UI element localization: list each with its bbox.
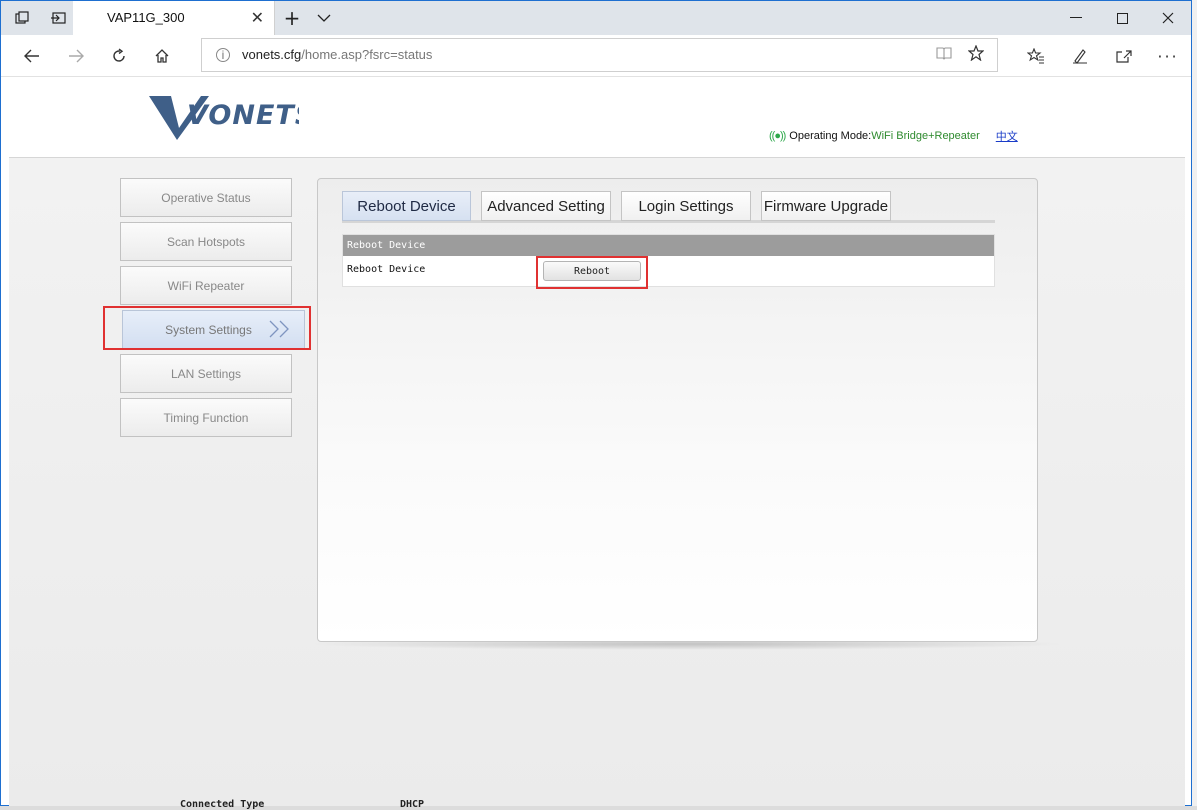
navigation-bar: i vonets.cfg/home.asp?fsrc=status ··· [1, 35, 1191, 77]
tab-label: Login Settings [638, 197, 734, 215]
highlight-box-system-settings [103, 306, 311, 350]
page-header: VONETS ((●)) Operating Mode: WiFi Bridge… [9, 78, 1185, 158]
tab-firmware-upgrade[interactable]: Firmware Upgrade [761, 191, 891, 221]
background-connected-type-value: DHCP [400, 799, 425, 810]
operating-mode: ((●)) Operating Mode: WiFi Bridge+Repeat… [769, 128, 1018, 144]
highlight-box-reboot-button [536, 256, 648, 289]
forward-icon[interactable] [59, 39, 93, 73]
sidebar-item-label: Scan Hotspots [166, 234, 246, 249]
set-tabs-aside-icon[interactable] [41, 1, 75, 35]
refresh-icon[interactable] [102, 39, 136, 73]
background-connected-type-label: Connected Type [180, 799, 265, 810]
tab-title: VAP11G_300 [107, 10, 185, 25]
browser-window: VAP11G_300 ✕ + i vonets.cfg/home.asp?fsr… [0, 0, 1192, 807]
sidebar-item-wifi-repeater[interactable]: WiFi Repeater [120, 266, 292, 305]
minimize-icon[interactable] [1053, 1, 1099, 35]
web-page: VONETS ((●)) Operating Mode: WiFi Bridge… [9, 78, 1185, 807]
tab-close-icon[interactable]: ✕ [251, 8, 264, 27]
tab-actions-icon[interactable] [5, 1, 39, 35]
new-tab-icon[interactable]: + [275, 1, 309, 35]
url-host: vonets.cfg [242, 47, 302, 62]
maximize-icon[interactable] [1099, 1, 1145, 35]
tab-label: Advanced Setting [487, 197, 605, 215]
wifi-signal-icon: ((●)) [769, 130, 786, 142]
sidebar-item-operative-status[interactable]: Operative Status [120, 178, 292, 217]
back-icon[interactable] [15, 39, 49, 73]
tab-label: Reboot Device [357, 197, 456, 215]
more-options-icon[interactable]: ··· [1151, 39, 1185, 73]
reading-view-icon[interactable] [936, 45, 952, 64]
address-bar[interactable]: i vonets.cfg/home.asp?fsrc=status [201, 38, 998, 72]
tab-label: Firmware Upgrade [763, 197, 889, 215]
operating-mode-value: WiFi Bridge+Repeater [871, 130, 980, 142]
sidebar-item-label: LAN Settings [170, 366, 242, 381]
row-label: Reboot Device [347, 264, 426, 275]
tab-login-settings[interactable]: Login Settings [621, 191, 751, 221]
url-path: /home.asp?fsrc=status [301, 47, 433, 62]
table-row: Reboot Device Reboot [343, 256, 994, 286]
favorites-hub-icon[interactable] [1019, 39, 1053, 73]
sidebar-item-label: Timing Function [163, 410, 249, 425]
close-window-icon[interactable] [1145, 1, 1191, 35]
table-header: Reboot Device [343, 235, 994, 256]
site-info-icon[interactable]: i [216, 48, 230, 62]
share-icon[interactable] [1107, 39, 1141, 73]
language-link[interactable]: 中文 [996, 128, 1018, 144]
sidebar-item-label: Operative Status [161, 190, 251, 205]
background-window-edge [1192, 0, 1197, 810]
tab-advanced-setting[interactable]: Advanced Setting [481, 191, 611, 221]
sidebar-item-scan-hotspots[interactable]: Scan Hotspots [120, 222, 292, 261]
sidebar-item-timing-function[interactable]: Timing Function [120, 398, 292, 437]
logo-text: VONETS [187, 100, 299, 131]
browser-tab[interactable]: VAP11G_300 ✕ [73, 1, 275, 35]
sidebar-item-label: WiFi Repeater [167, 278, 245, 293]
reboot-device-table: Reboot Device Reboot Device Reboot [342, 234, 995, 287]
url-text: vonets.cfg/home.asp?fsrc=status [242, 47, 432, 62]
tab-reboot-device[interactable]: Reboot Device [342, 191, 471, 221]
content-panel: Reboot Device Advanced Setting Login Set… [317, 178, 1038, 642]
settings-tabs: Reboot Device Advanced Setting Login Set… [342, 191, 995, 223]
favorite-star-icon[interactable] [967, 44, 985, 65]
tab-list-chevron-icon[interactable] [307, 1, 341, 35]
sidebar-item-lan-settings[interactable]: LAN Settings [120, 354, 292, 393]
operating-mode-label: Operating Mode: [789, 130, 872, 142]
home-icon[interactable] [145, 39, 179, 73]
tab-bar: VAP11G_300 ✕ + [1, 1, 1191, 35]
web-note-pen-icon[interactable] [1063, 39, 1097, 73]
vonets-logo: VONETS [149, 94, 314, 142]
